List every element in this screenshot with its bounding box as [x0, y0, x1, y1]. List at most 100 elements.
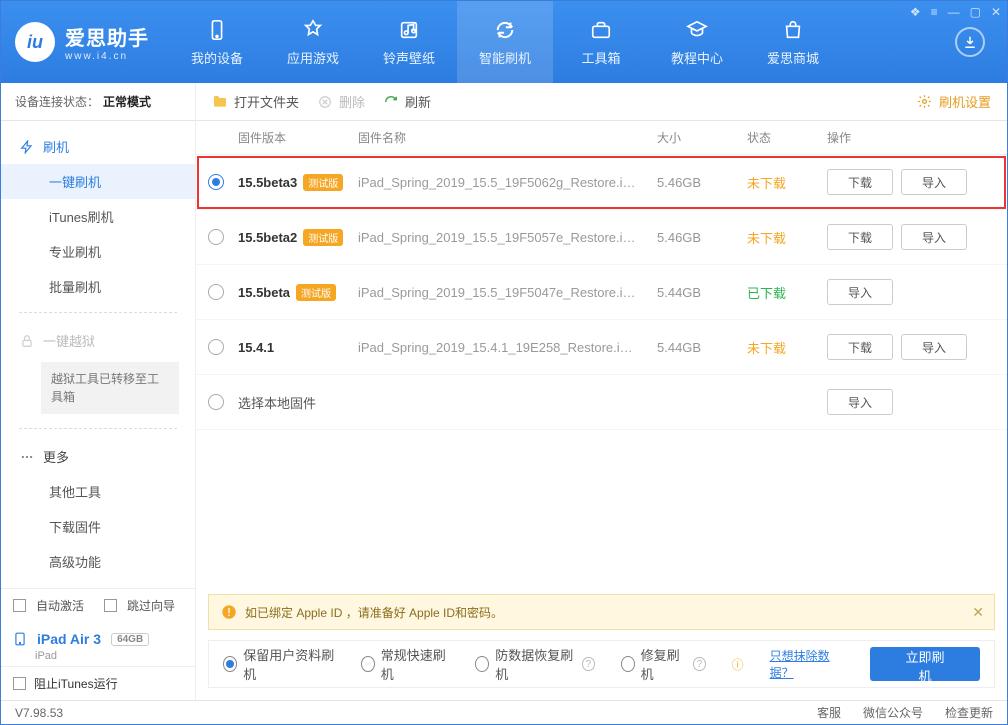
tab-flash[interactable]: 智能刷机: [457, 1, 553, 83]
help-icon[interactable]: ?: [693, 657, 705, 671]
mode-repair[interactable]: 修复刷机?: [621, 645, 706, 683]
wc-minimize-icon[interactable]: —: [948, 5, 960, 19]
tab-tools[interactable]: 工具箱: [553, 1, 649, 83]
table-body: 15.5beta3测试版iPad_Spring_2019_15.5_19F506…: [196, 155, 1007, 594]
beta-badge: 测试版: [303, 174, 343, 191]
erase-only-link[interactable]: 只想抹除数据？: [770, 647, 844, 681]
firmware-row[interactable]: 15.5beta2测试版iPad_Spring_2019_15.5_19F505…: [196, 210, 1007, 265]
tutorial-icon: [686, 18, 708, 42]
download-button[interactable]: 下载: [827, 169, 893, 195]
firmware-size: 5.44GB: [657, 285, 747, 300]
tab-device[interactable]: 我的设备: [169, 1, 265, 83]
skip-guide-label: 跳过向导: [127, 597, 175, 614]
device-type: iPad: [13, 648, 183, 662]
firmware-filename: iPad_Spring_2019_15.5_19F5062g_Restore.i…: [358, 175, 657, 190]
open-folder-button[interactable]: 打开文件夹: [212, 92, 299, 111]
delete-icon: [317, 94, 333, 110]
notice-close-icon[interactable]: ✕: [972, 604, 984, 621]
local-firmware-row[interactable]: 选择本地固件导入: [196, 375, 1007, 430]
top-bar: ❖ ≡ — ▢ ✕ iu 爱思助手 www.i4.cn 我的设备应用游戏铃声壁纸…: [1, 1, 1007, 83]
flash-icon: [19, 139, 35, 155]
sidebar-item-adv[interactable]: 高级功能: [1, 544, 195, 579]
firmware-version: 15.5beta3测试版: [238, 174, 358, 191]
download-manager-icon[interactable]: [955, 27, 985, 57]
auto-activate-checkbox[interactable]: [13, 599, 26, 612]
firmware-row[interactable]: 15.4.1iPad_Spring_2019_15.4.1_19E258_Res…: [196, 320, 1007, 375]
wc-grid-icon[interactable]: ❖: [910, 5, 921, 19]
main-panel: 打开文件夹 删除 刷新 刷机设置 固件版本 固件名称 大小 状态: [196, 83, 1007, 700]
firmware-row[interactable]: 15.5beta3测试版iPad_Spring_2019_15.5_19F506…: [196, 155, 1007, 210]
more-icon: [19, 449, 35, 465]
sidebar-item-one[interactable]: 一键刷机: [1, 164, 195, 199]
check-update-link[interactable]: 检查更新: [945, 704, 993, 721]
ring-icon: [398, 18, 420, 42]
tab-apps[interactable]: 应用游戏: [265, 1, 361, 83]
import-button[interactable]: 导入: [827, 389, 893, 415]
apple-id-notice: 如已绑定 Apple ID ，请准备好 Apple ID和密码。 ✕: [208, 594, 995, 630]
download-button[interactable]: 下载: [827, 334, 893, 360]
mode-anti-recovery[interactable]: 防数据恢复刷机?: [475, 645, 595, 683]
th-size: 大小: [657, 129, 747, 146]
logo-subtext: www.i4.cn: [65, 51, 149, 62]
logo-icon: iu: [15, 22, 55, 62]
block-itunes-checkbox[interactable]: [13, 677, 26, 690]
firmware-row[interactable]: 15.5beta测试版iPad_Spring_2019_15.5_19F5047…: [196, 265, 1007, 320]
beta-badge: 测试版: [303, 229, 343, 246]
sidebar-item-batch[interactable]: 批量刷机: [1, 269, 195, 304]
logo: iu 爱思助手 www.i4.cn: [1, 1, 169, 83]
row-radio[interactable]: [208, 284, 224, 300]
import-button[interactable]: 导入: [901, 224, 967, 250]
firmware-size: 5.46GB: [657, 175, 747, 190]
folder-icon: [212, 94, 228, 110]
block-itunes-label: 阻止iTunes运行: [34, 675, 118, 692]
row-radio[interactable]: [208, 394, 224, 410]
th-version: 固件版本: [238, 129, 358, 146]
mode-keep-data[interactable]: 保留用户资料刷机: [223, 645, 335, 683]
sidebar-head-more[interactable]: 更多: [1, 439, 195, 474]
gear-icon: [917, 94, 933, 110]
import-button[interactable]: 导入: [827, 279, 893, 305]
tab-store[interactable]: 爱思商城: [745, 1, 841, 83]
device-capacity: 64GB: [111, 633, 149, 646]
start-flash-button[interactable]: 立即刷机: [870, 647, 980, 681]
wechat-link[interactable]: 微信公众号: [863, 704, 923, 721]
help-icon[interactable]: ?: [582, 657, 594, 671]
tab-ring[interactable]: 铃声壁纸: [361, 1, 457, 83]
wc-maximize-icon[interactable]: ▢: [970, 5, 981, 19]
sidebar-item-itunes[interactable]: iTunes刷机: [1, 199, 195, 234]
firmware-size: 5.46GB: [657, 230, 747, 245]
row-radio[interactable]: [208, 339, 224, 355]
warning-icon: [221, 604, 237, 620]
wc-close-icon[interactable]: ✕: [991, 5, 1001, 19]
refresh-button[interactable]: 刷新: [383, 92, 431, 111]
tools-icon: [590, 18, 612, 42]
download-button[interactable]: 下载: [827, 224, 893, 250]
wc-menu-icon[interactable]: ≡: [931, 5, 938, 19]
firmware-status: 未下载: [747, 173, 827, 192]
table-header: 固件版本 固件名称 大小 状态 操作: [196, 121, 1007, 155]
row-radio[interactable]: [208, 229, 224, 245]
lock-icon: [19, 333, 35, 349]
firmware-version: 15.4.1: [238, 340, 358, 355]
import-button[interactable]: 导入: [901, 169, 967, 195]
connection-status: 设备连接状态： 正常模式: [1, 83, 195, 121]
th-status: 状态: [747, 129, 827, 146]
import-button[interactable]: 导入: [901, 334, 967, 360]
sidebar-item-dlfw[interactable]: 下载固件: [1, 509, 195, 544]
mode-normal[interactable]: 常规快速刷机: [361, 645, 450, 683]
tab-tutorial[interactable]: 教程中心: [649, 1, 745, 83]
row-radio[interactable]: [208, 174, 224, 190]
auto-activate-label: 自动激活: [36, 597, 84, 614]
sidebar-item-other[interactable]: 其他工具: [1, 474, 195, 509]
app-version: V7.98.53: [15, 706, 63, 720]
flash-settings-button[interactable]: 刷机设置: [917, 92, 991, 111]
beta-badge: 测试版: [296, 284, 336, 301]
skip-guide-checkbox[interactable]: [104, 599, 117, 612]
firmware-version: 15.5beta2测试版: [238, 229, 358, 246]
th-ops: 操作: [827, 129, 1007, 146]
support-link[interactable]: 客服: [817, 704, 841, 721]
conn-label: 设备连接状态：: [15, 93, 99, 110]
sidebar-item-pro[interactable]: 专业刷机: [1, 234, 195, 269]
device-info[interactable]: iPad Air 3 64GB iPad: [1, 622, 195, 666]
sidebar-head-flash[interactable]: 刷机: [1, 129, 195, 164]
